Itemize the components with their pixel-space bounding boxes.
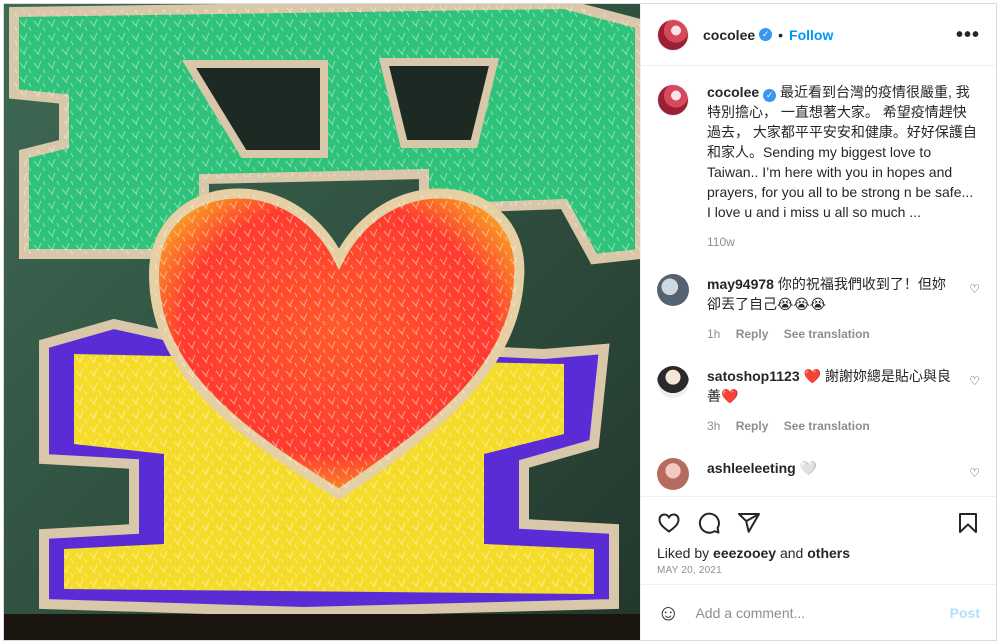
follow-button[interactable]: Follow xyxy=(789,27,833,43)
caption-avatar[interactable] xyxy=(657,84,689,116)
comment-icon[interactable] xyxy=(697,511,721,535)
caption-username[interactable]: cocolee xyxy=(707,84,759,100)
post-header: cocolee ✓ • Follow ••• xyxy=(641,4,996,66)
comment-input[interactable] xyxy=(695,604,950,621)
comment-username[interactable]: satoshop1123 xyxy=(707,368,800,384)
commenter-avatar[interactable] xyxy=(657,366,689,398)
see-translation-button[interactable]: See translation xyxy=(784,327,870,341)
reply-button[interactable]: Reply xyxy=(736,419,769,433)
comment-body: ashleeleeting 🤍 xyxy=(707,458,817,478)
caption-body: cocolee ✓ 最近看到台灣的疫情很嚴重, 我特別擔心， 一直想著大家。 希望… xyxy=(707,82,980,252)
caption-text: 最近看到台灣的疫情很嚴重, 我特別擔心， 一直想著大家。 希望疫情趕快過去， 大… xyxy=(707,84,977,220)
caption-meta: 110w xyxy=(707,232,980,252)
commenter-avatar[interactable] xyxy=(657,458,689,490)
caption-time[interactable]: 110w xyxy=(707,235,735,249)
caption: cocolee ✓ 最近看到台灣的疫情很嚴重, 我特別擔心， 一直想著大家。 希望… xyxy=(657,82,980,252)
see-translation-button[interactable]: See translation xyxy=(784,419,870,433)
comment-item: ashleeleeting 🤍 ♡ xyxy=(657,458,980,490)
comment-time[interactable]: 3h xyxy=(707,419,720,433)
verified-icon: ✓ xyxy=(759,28,773,41)
neon-sign-photo xyxy=(4,4,640,640)
post-button[interactable]: Post xyxy=(950,605,980,621)
comment-item: may94978 你的祝福我們收到了！但妳卻丟了自己😭😭😭 1h Reply S… xyxy=(657,274,980,344)
heart-small-icon[interactable]: ♡ xyxy=(969,466,980,480)
more-icon[interactable]: ••• xyxy=(956,25,980,45)
heart-small-icon[interactable]: ♡ xyxy=(969,282,980,296)
comment-meta: 1h Reply See translation xyxy=(707,324,956,344)
comment-username[interactable]: ashleeleeting xyxy=(707,460,796,476)
post-actions: Liked by eeezooey and others MAY 20, 202… xyxy=(641,496,996,584)
post-image[interactable] xyxy=(4,4,640,640)
comment-body: satoshop1123 ❤️ 謝謝妳總是貼心與良善❤️ 3h Reply Se… xyxy=(707,366,956,436)
likes-and: and xyxy=(779,545,804,561)
author-username[interactable]: cocolee xyxy=(703,27,755,43)
separator-dot: • xyxy=(778,26,784,43)
action-icons xyxy=(657,509,980,537)
post-modal: cocolee ✓ • Follow ••• cocolee ✓ 最近看到台灣的疫… xyxy=(3,3,997,641)
heart-small-icon[interactable]: ♡ xyxy=(969,374,980,388)
save-icon[interactable] xyxy=(956,511,980,535)
comments-list[interactable]: cocolee ✓ 最近看到台灣的疫情很嚴重, 我特別擔心， 一直想著大家。 希望… xyxy=(641,66,996,496)
likes-others[interactable]: others xyxy=(807,545,850,561)
like-icon[interactable] xyxy=(657,511,681,535)
likes-prefix: Liked by xyxy=(657,545,710,561)
verified-icon: ✓ xyxy=(763,88,777,102)
comment-item: satoshop1123 ❤️ 謝謝妳總是貼心與良善❤️ 3h Reply Se… xyxy=(657,366,980,436)
comment-time[interactable]: 1h xyxy=(707,327,720,341)
comment-text: 🤍 xyxy=(799,460,818,476)
share-icon[interactable] xyxy=(737,511,761,535)
author-avatar[interactable] xyxy=(657,18,689,51)
post-side-panel: cocolee ✓ • Follow ••• cocolee ✓ 最近看到台灣的疫… xyxy=(640,4,996,640)
emoji-icon[interactable]: ☺ xyxy=(657,600,679,626)
add-comment-bar: ☺ Post xyxy=(641,584,996,640)
comment-meta: 3h Reply See translation xyxy=(707,416,956,436)
comment-body: may94978 你的祝福我們收到了！但妳卻丟了自己😭😭😭 1h Reply S… xyxy=(707,274,956,344)
commenter-avatar[interactable] xyxy=(657,274,689,306)
likes-summary: Liked by eeezooey and others xyxy=(657,545,980,561)
post-date[interactable]: MAY 20, 2021 xyxy=(657,565,980,576)
comment-username[interactable]: may94978 xyxy=(707,276,774,292)
reply-button[interactable]: Reply xyxy=(736,327,769,341)
likes-user[interactable]: eeezooey xyxy=(713,545,776,561)
